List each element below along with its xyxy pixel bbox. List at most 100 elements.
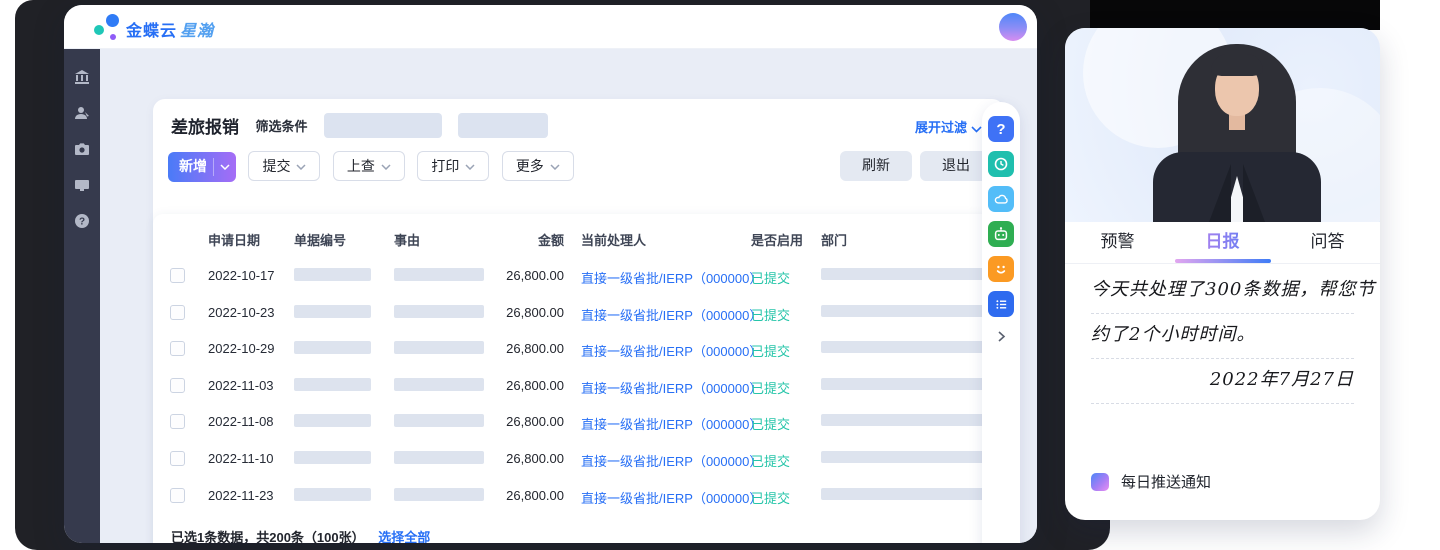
- table-row: 2022-10-29 26,800.00 直接一级省批/IERP（000000）…: [153, 331, 1004, 368]
- note-line: 约了2个小时时间。: [1091, 314, 1354, 359]
- active-tab-underline: [1175, 259, 1271, 263]
- chevron-down-icon: [550, 164, 560, 170]
- cell-handler-link[interactable]: 直接一级省批/IERP（000000）: [581, 488, 762, 507]
- chevron-down-icon: [220, 164, 230, 170]
- cell-doc-no-placeholder: [294, 488, 371, 501]
- cell-status: 已提交: [751, 305, 790, 324]
- smiley-icon[interactable]: [988, 256, 1014, 282]
- cell-reason-placeholder: [394, 378, 484, 391]
- cell-handler-link[interactable]: 直接一级省批/IERP（000000）: [581, 451, 762, 470]
- camera-icon[interactable]: [74, 141, 90, 157]
- portrait-lapel: [1243, 164, 1265, 222]
- tab-alerts[interactable]: 预警: [1065, 222, 1170, 263]
- expand-filter-link[interactable]: 展开过滤: [915, 117, 982, 136]
- filter-label: 筛选条件: [255, 119, 307, 134]
- cell-status: 已提交: [751, 414, 790, 433]
- floating-toolbar: ?: [982, 102, 1020, 543]
- filter-chip-placeholder[interactable]: [458, 113, 548, 138]
- content-card: 差旅报销 筛选条件 展开过滤 新增 提交 上查 打印 更多 退出 刷新: [153, 99, 1004, 543]
- row-checkbox[interactable]: [170, 488, 185, 503]
- svg-text:?: ?: [79, 217, 85, 228]
- table-header-row: 申请日期 单据编号 事由 金额 当前处理人 是否启用 部门: [153, 214, 1004, 258]
- cell-reason-placeholder: [394, 414, 484, 427]
- table-footer: 已选1条数据，共200条（100张） 选择全部: [171, 527, 430, 543]
- cell-date: 2022-10-23: [208, 305, 275, 320]
- cell-doc-no-placeholder: [294, 268, 371, 281]
- col-header-reason: 事由: [394, 230, 420, 249]
- cell-status: 已提交: [751, 268, 790, 287]
- row-checkbox[interactable]: [170, 341, 185, 356]
- filter-chip-placeholder[interactable]: [324, 113, 442, 138]
- cell-doc-no-placeholder: [294, 305, 371, 318]
- logo-text-secondary: 星瀚: [180, 23, 214, 40]
- card-header: 差旅报销 筛选条件 展开过滤: [171, 113, 986, 141]
- row-checkbox[interactable]: [170, 451, 185, 466]
- cell-date: 2022-11-03: [208, 378, 274, 393]
- cell-doc-no-placeholder: [294, 341, 371, 354]
- print-button[interactable]: 打印: [417, 151, 489, 181]
- cell-handler-link[interactable]: 直接一级省批/IERP（000000）: [581, 341, 762, 360]
- people-icon[interactable]: [74, 105, 90, 121]
- cell-reason-placeholder: [394, 268, 484, 281]
- logo-text: 金蝶云星瀚: [126, 17, 214, 41]
- help-icon[interactable]: ?: [988, 116, 1014, 142]
- robot-icon[interactable]: [988, 221, 1014, 247]
- chevron-down-icon: [296, 164, 306, 170]
- top-bar: 金蝶云星瀚: [64, 5, 1037, 49]
- note-line: 今天共处理了300条数据，帮您节: [1091, 269, 1354, 314]
- note-date: 2022年7月27日: [1091, 359, 1354, 404]
- col-header-handler: 当前处理人: [581, 230, 646, 249]
- cloud-icon[interactable]: [988, 186, 1014, 212]
- row-checkbox[interactable]: [170, 414, 185, 429]
- assistant-tabs: 预警 日报 问答: [1065, 222, 1380, 264]
- row-checkbox[interactable]: [170, 268, 185, 283]
- cell-doc-no-placeholder: [294, 414, 371, 427]
- tab-qa[interactable]: 问答: [1275, 222, 1380, 263]
- lookup-button[interactable]: 上查: [333, 151, 405, 181]
- cell-status: 已提交: [751, 451, 790, 470]
- cell-dept-placeholder: [821, 451, 986, 463]
- cell-dept-placeholder: [821, 488, 986, 500]
- new-button[interactable]: 新增: [168, 152, 236, 182]
- table-row: 2022-11-03 26,800.00 直接一级省批/IERP（000000）…: [153, 368, 1004, 405]
- cell-amount: 26,800.00: [483, 451, 564, 466]
- cell-amount: 26,800.00: [483, 488, 564, 503]
- bank-icon[interactable]: [74, 69, 90, 85]
- logo-dot-purple-icon: [110, 34, 116, 40]
- cell-amount: 26,800.00: [483, 305, 564, 320]
- col-header-enabled: 是否启用: [751, 230, 803, 249]
- assistant-panel: 预警 日报 问答 今天共处理了300条数据，帮您节 约了2个小时时间。 2022…: [1065, 28, 1380, 520]
- cell-reason-placeholder: [394, 305, 484, 318]
- cell-date: 2022-10-29: [208, 341, 275, 356]
- tab-daily-report[interactable]: 日报: [1170, 222, 1275, 263]
- submit-button[interactable]: 提交: [248, 151, 320, 181]
- help-circle-icon[interactable]: ?: [74, 213, 90, 229]
- app-main-background: 差旅报销 筛选条件 展开过滤 新增 提交 上查 打印 更多 退出 刷新: [100, 49, 1037, 543]
- monitor-icon[interactable]: [74, 177, 90, 193]
- cell-handler-link[interactable]: 直接一级省批/IERP（000000）: [581, 268, 762, 287]
- cell-dept-placeholder: [821, 341, 986, 353]
- cell-handler-link[interactable]: 直接一级省批/IERP（000000）: [581, 414, 762, 433]
- clock-icon[interactable]: [988, 151, 1014, 177]
- select-all-link[interactable]: 选择全部: [378, 530, 430, 543]
- row-checkbox[interactable]: [170, 378, 185, 393]
- user-avatar[interactable]: [999, 13, 1027, 41]
- daily-push-checkbox[interactable]: [1091, 473, 1109, 491]
- cell-reason-placeholder: [394, 488, 484, 501]
- brand-logo[interactable]: 金蝶云星瀚: [84, 12, 264, 42]
- cell-dept-placeholder: [821, 268, 986, 280]
- assistant-portrait-photo: [1065, 28, 1380, 222]
- refresh-button[interactable]: 刷新: [840, 151, 912, 181]
- cell-handler-link[interactable]: 直接一级省批/IERP（000000）: [581, 378, 762, 397]
- table-row: 2022-10-23 26,800.00 直接一级省批/IERP（000000）…: [153, 295, 1004, 332]
- cell-status: 已提交: [751, 488, 790, 507]
- portrait-fringe: [1211, 54, 1263, 76]
- more-button[interactable]: 更多: [502, 151, 574, 181]
- table-row: 2022-11-10 26,800.00 直接一级省批/IERP（000000）…: [153, 441, 1004, 478]
- collapse-chevron-right-icon[interactable]: [997, 330, 1006, 348]
- page-title: 差旅报销: [171, 113, 239, 138]
- row-checkbox[interactable]: [170, 305, 185, 320]
- cell-handler-link[interactable]: 直接一级省批/IERP（000000）: [581, 305, 762, 324]
- list-icon[interactable]: [988, 291, 1014, 317]
- daily-push-row: 每日推送通知: [1091, 471, 1211, 492]
